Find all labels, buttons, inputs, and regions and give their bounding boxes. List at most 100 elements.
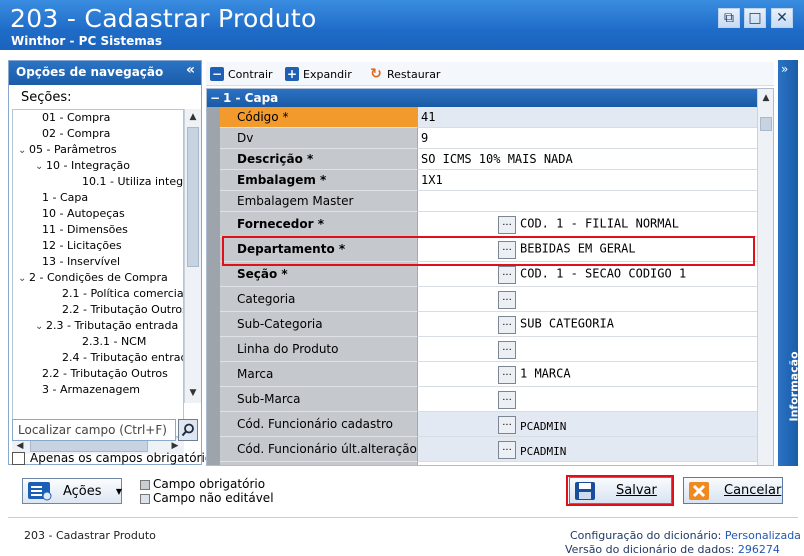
lookup-ellipsis-button[interactable]: ... <box>498 441 516 459</box>
tree-item[interactable]: ⌄ 05 - Parâmetros <box>18 142 117 158</box>
collapse-label: Contrair <box>228 67 273 81</box>
cancel-icon <box>689 481 709 500</box>
field-value[interactable]: 9 <box>418 128 757 149</box>
expand-right-icon[interactable]: » <box>781 62 788 76</box>
table-row[interactable]: Embalagem Master <box>220 191 757 212</box>
tree-item[interactable]: 2.2 - Tributação Outros <box>51 302 183 318</box>
chevron-down-icon[interactable]: ⌄ <box>18 271 29 287</box>
tree-vertical-scrollbar[interactable]: ▲ ▼ <box>184 109 201 403</box>
tree-item-label: 12 - Licitações <box>42 239 122 252</box>
actions-button[interactable]: Ações <box>22 478 122 504</box>
tree-item[interactable]: 01 - Compra <box>31 110 110 126</box>
chevron-down-icon[interactable]: ⌄ <box>18 143 29 159</box>
tree-item[interactable]: 02 - Compra <box>31 126 110 142</box>
field-value[interactable]: 1...1 MARCA <box>418 362 757 387</box>
table-row[interactable] <box>220 462 757 465</box>
tree-item-label: 10 - Integração <box>46 159 131 172</box>
tree-item[interactable]: 2.2 - Tributação Outros <box>31 366 168 382</box>
lookup-ellipsis-button[interactable]: ... <box>498 341 516 359</box>
tree-item[interactable]: 2.4 - Tributação entrada I <box>51 350 183 366</box>
close-button[interactable]: ✕ <box>771 8 793 28</box>
scroll-down-icon[interactable]: ▼ <box>185 385 201 401</box>
tree-item[interactable]: 12 - Licitações <box>31 238 122 254</box>
table-row[interactable]: Embalagem * 1X1 <box>220 170 757 191</box>
field-value[interactable]: 1X1 <box>418 170 757 191</box>
lookup-ellipsis-button[interactable]: ... <box>498 366 516 384</box>
chevron-down-icon[interactable]: ⌄ <box>35 159 46 175</box>
window-title: 203 - Cadastrar Produto <box>10 4 317 33</box>
chevron-down-icon[interactable]: ⌄ <box>35 319 46 335</box>
departamento-highlight <box>222 236 755 266</box>
lookup-ellipsis-button[interactable]: ... <box>498 416 516 434</box>
tree-item[interactable]: 13 - Inservível <box>31 254 120 270</box>
search-button[interactable] <box>178 419 198 441</box>
tree-item[interactable]: ⌄ 10 - Integração <box>35 158 130 174</box>
tree-item[interactable]: 1 - Capa <box>31 190 88 206</box>
cancel-button[interactable]: Cancelar <box>683 477 783 504</box>
scroll-thumb[interactable] <box>187 127 199 267</box>
tree-item-label: 2.3.1 - NCM <box>82 335 147 348</box>
tree-item[interactable]: 10.1 - Utiliza integraçã <box>71 174 183 190</box>
tree-item[interactable]: 2.1 - Política comercial cor <box>51 286 183 302</box>
table-row[interactable]: Cód. Funcionário cadastro1...PCADMIN <box>220 412 757 437</box>
tree-item[interactable]: 10 - Autopeças <box>31 206 125 222</box>
table-row[interactable]: Sub-Categoria1...SUB CATEGORIA <box>220 312 757 337</box>
field-value[interactable]: 41 <box>418 107 757 128</box>
field-value[interactable]: 1...COD. 1 - FILIAL NORMAL <box>418 212 757 237</box>
table-row[interactable]: Dv 9 <box>220 128 757 149</box>
plus-icon: + <box>285 67 299 81</box>
field-value[interactable]: ... <box>418 337 757 362</box>
lookup-ellipsis-button[interactable]: ... <box>498 316 516 334</box>
section-expand-icon[interactable]: − <box>207 89 223 107</box>
field-label: Linha do Produto <box>220 337 418 362</box>
actions-dropdown-icon[interactable]: ▼ <box>114 478 124 504</box>
required-only-checkbox[interactable] <box>12 452 25 465</box>
field-value[interactable]: 1...PCADMIN <box>418 412 757 437</box>
search-field-input[interactable]: Localizar campo (Ctrl+F) <box>12 419 176 441</box>
restore-layout-button[interactable]: ↻ Restaurar <box>369 65 440 83</box>
maximize-button[interactable]: □ <box>744 8 766 28</box>
tree-item-label: 2.2 - Tributação Outros <box>42 367 168 380</box>
field-value[interactable]: ... <box>418 387 757 412</box>
lookup-ellipsis-button[interactable]: ... <box>498 216 516 234</box>
lookup-ellipsis-button[interactable]: ... <box>498 266 516 284</box>
field-value[interactable]: 1...PCADMIN <box>418 437 757 462</box>
field-description: COD. 1 - SECAO CODIGO 1 <box>520 266 687 281</box>
tree-item[interactable]: ⌄ 2.3 - Tributação entrada <box>35 318 178 334</box>
grid-scroll-thumb[interactable] <box>760 117 772 131</box>
scroll-up-icon[interactable]: ▲ <box>185 109 201 125</box>
restore-button[interactable]: ⧉ <box>718 8 740 28</box>
field-value[interactable]: 1...SUB CATEGORIA <box>418 312 757 337</box>
table-row[interactable]: Fornecedor *1...COD. 1 - FILIAL NORMAL <box>220 212 757 237</box>
field-value[interactable]: ... <box>418 287 757 312</box>
table-row[interactable]: Código * 41 <box>220 107 757 128</box>
table-row[interactable]: Descrição * SO ICMS 10% MAIS NADA <box>220 149 757 170</box>
table-row[interactable]: Linha do Produto... <box>220 337 757 362</box>
table-row[interactable]: Categoria... <box>220 287 757 312</box>
collapse-left-icon[interactable]: « <box>186 62 195 78</box>
table-row[interactable]: Cód. Funcionário últ.alteração1...PCADMI… <box>220 437 757 462</box>
tree-item[interactable]: 2.3.1 - NCM <box>71 334 146 350</box>
tree-item[interactable]: ⌄ 2 - Condições de Compra <box>18 270 168 286</box>
grid-vertical-scrollbar[interactable]: ▲ <box>757 89 773 465</box>
lookup-ellipsis-button[interactable]: ... <box>498 391 516 409</box>
legend-readonly-label: Campo não editável <box>153 491 274 505</box>
close-icon: ✕ <box>776 10 788 26</box>
restore-layout-label: Restaurar <box>387 67 441 81</box>
expand-button[interactable]: + Expandir <box>285 65 352 83</box>
collapse-button[interactable]: − Contrair <box>210 65 273 83</box>
table-row[interactable]: Sub-Marca... <box>220 387 757 412</box>
tree-item[interactable]: 11 - Dimensões <box>31 222 128 238</box>
tree-item[interactable]: 3 - Armazenagem <box>31 382 140 398</box>
field-value[interactable] <box>418 191 757 212</box>
lookup-ellipsis-button[interactable]: ... <box>498 291 516 309</box>
window-subtitle: Winthor - PC Sistemas <box>11 34 162 48</box>
field-value[interactable] <box>418 462 757 465</box>
section-header[interactable]: −1 - Capa <box>207 89 757 107</box>
tree-item-label: 2 - Condições de Compra <box>29 271 168 284</box>
field-value[interactable]: SO ICMS 10% MAIS NADA <box>418 149 757 170</box>
tree-item-label: 01 - Compra <box>42 111 111 124</box>
tree-item-label: 05 - Parâmetros <box>29 143 117 156</box>
table-row[interactable]: Marca1...1 MARCA <box>220 362 757 387</box>
grid-scroll-up-icon[interactable]: ▲ <box>758 90 773 106</box>
